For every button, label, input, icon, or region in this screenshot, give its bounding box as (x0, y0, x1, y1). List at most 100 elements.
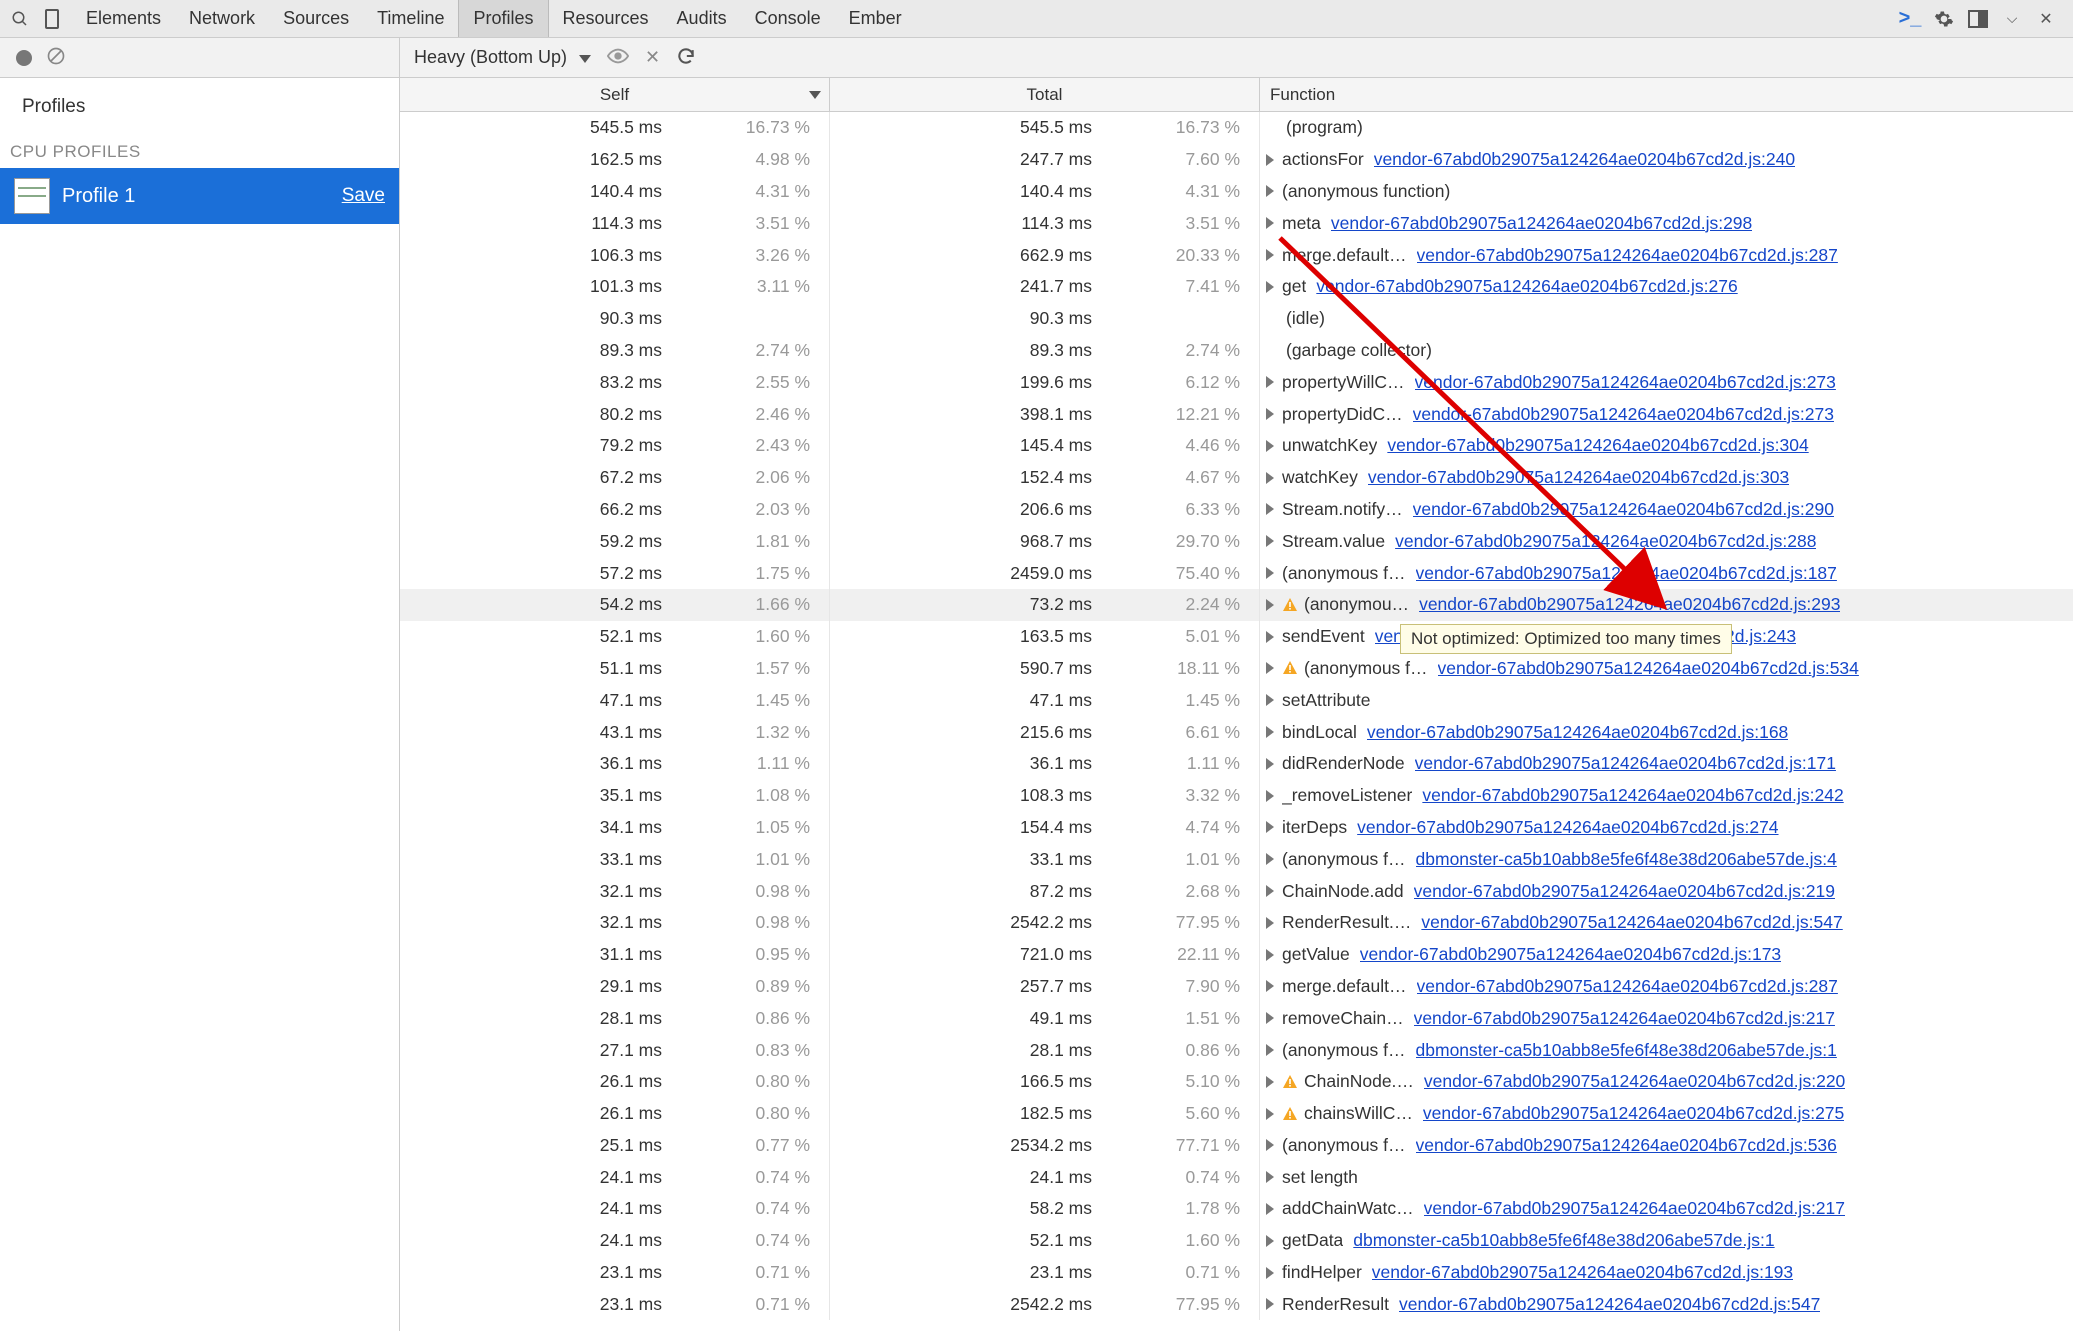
table-row[interactable]: 25.1 ms0.77 %2534.2 ms77.71 %(anonymous … (400, 1130, 2073, 1162)
disclosure-triangle-icon[interactable] (1266, 472, 1274, 484)
table-row[interactable]: 162.5 ms4.98 %247.7 ms7.60 %actionsForve… (400, 144, 2073, 176)
disclosure-triangle-icon[interactable] (1266, 694, 1274, 706)
source-link[interactable]: vendor-67abd0b29075a124264ae0204b67cd2d.… (1423, 1103, 1844, 1124)
table-row[interactable]: 90.3 ms90.3 ms(idle) (400, 303, 2073, 335)
disclosure-triangle-icon[interactable] (1266, 949, 1274, 961)
disclosure-triangle-icon[interactable] (1266, 185, 1274, 197)
disclosure-triangle-icon[interactable] (1266, 853, 1274, 865)
table-row[interactable]: 31.1 ms0.95 %721.0 ms22.11 %getValuevend… (400, 939, 2073, 971)
source-link[interactable]: vendor-67abd0b29075a124264ae0204b67cd2d.… (1374, 149, 1795, 170)
disclosure-triangle-icon[interactable] (1266, 1298, 1274, 1310)
disclosure-triangle-icon[interactable] (1266, 885, 1274, 897)
disclosure-triangle-icon[interactable] (1266, 567, 1274, 579)
table-row[interactable]: 26.1 ms0.80 %182.5 ms5.60 %chainsWillC…v… (400, 1098, 2073, 1130)
disclosure-triangle-icon[interactable] (1266, 281, 1274, 293)
source-link[interactable]: vendor-67abd0b29075a124264ae0204b67cd2d.… (1416, 1135, 1837, 1156)
table-row[interactable]: 140.4 ms4.31 %140.4 ms4.31 %(anonymous f… (400, 176, 2073, 208)
table-row[interactable]: 79.2 ms2.43 %145.4 ms4.46 %unwatchKeyven… (400, 430, 2073, 462)
disclosure-triangle-icon[interactable] (1266, 1171, 1274, 1183)
table-row[interactable]: 32.1 ms0.98 %87.2 ms2.68 %ChainNode.addv… (400, 875, 2073, 907)
source-link[interactable]: vendor-67abd0b29075a124264ae0204b67cd2d.… (1413, 404, 1834, 425)
table-row[interactable]: 54.2 ms1.66 %73.2 ms2.24 %(anonymou…vend… (400, 589, 2073, 621)
disclosure-triangle-icon[interactable] (1266, 1044, 1274, 1056)
disclosure-triangle-icon[interactable] (1266, 1203, 1274, 1215)
focus-icon[interactable] (607, 48, 629, 67)
gear-icon[interactable] (1933, 8, 1955, 30)
tab-network[interactable]: Network (175, 0, 269, 37)
col-total[interactable]: Total (830, 78, 1260, 111)
tab-timeline[interactable]: Timeline (363, 0, 458, 37)
disclosure-triangle-icon[interactable] (1266, 758, 1274, 770)
table-row[interactable]: 43.1 ms1.32 %215.6 ms6.61 %bindLocalvend… (400, 716, 2073, 748)
source-link[interactable]: vendor-67abd0b29075a124264ae0204b67cd2d.… (1395, 531, 1816, 552)
table-row[interactable]: 23.1 ms0.71 %23.1 ms0.71 %findHelpervend… (400, 1257, 2073, 1289)
tab-resources[interactable]: Resources (549, 0, 663, 37)
source-link[interactable]: vendor-67abd0b29075a124264ae0204b67cd2d.… (1372, 1262, 1793, 1283)
table-row[interactable]: 27.1 ms0.83 %28.1 ms0.86 %(anonymous f…d… (400, 1034, 2073, 1066)
disclosure-triangle-icon[interactable] (1266, 790, 1274, 802)
source-link[interactable]: vendor-67abd0b29075a124264ae0204b67cd2d.… (1417, 976, 1838, 997)
table-row[interactable]: 83.2 ms2.55 %199.6 ms6.12 %propertyWillC… (400, 366, 2073, 398)
dock-icon[interactable] (1967, 8, 1989, 30)
table-row[interactable]: 67.2 ms2.06 %152.4 ms4.67 %watchKeyvendo… (400, 462, 2073, 494)
source-link[interactable]: vendor-67abd0b29075a124264ae0204b67cd2d.… (1438, 658, 1859, 679)
table-row[interactable]: 52.1 ms1.60 %163.5 ms5.01 %sendEventvend… (400, 621, 2073, 653)
console-prompt-icon[interactable]: >_ (1899, 8, 1921, 30)
table-row[interactable]: 545.5 ms16.73 %545.5 ms16.73 %(program) (400, 112, 2073, 144)
table-row[interactable]: 24.1 ms0.74 %24.1 ms0.74 %set length (400, 1161, 2073, 1193)
disclosure-triangle-icon[interactable] (1266, 726, 1274, 738)
disclosure-triangle-icon[interactable] (1266, 662, 1274, 674)
device-icon[interactable] (40, 7, 64, 31)
clear-button[interactable] (46, 46, 66, 69)
save-link[interactable]: Save (342, 185, 385, 207)
tab-ember[interactable]: Ember (835, 0, 916, 37)
disclosure-triangle-icon[interactable] (1266, 1139, 1274, 1151)
table-row[interactable]: 114.3 ms3.51 %114.3 ms3.51 %metavendor-6… (400, 207, 2073, 239)
record-button[interactable] (16, 50, 32, 66)
disclosure-triangle-icon[interactable] (1266, 503, 1274, 515)
tab-elements[interactable]: Elements (72, 0, 175, 37)
disclosure-triangle-icon[interactable] (1266, 917, 1274, 929)
disclosure-triangle-icon[interactable] (1266, 1108, 1274, 1120)
table-row[interactable]: 23.1 ms0.71 %2542.2 ms77.95 %RenderResul… (400, 1288, 2073, 1320)
source-link[interactable]: vendor-67abd0b29075a124264ae0204b67cd2d.… (1415, 753, 1836, 774)
source-link[interactable]: vendor-67abd0b29075a124264ae0204b67cd2d.… (1424, 1198, 1845, 1219)
table-row[interactable]: 35.1 ms1.08 %108.3 ms3.32 %_removeListen… (400, 780, 2073, 812)
disclosure-triangle-icon[interactable] (1266, 376, 1274, 388)
source-link[interactable]: vendor-67abd0b29075a124264ae0204b67cd2d.… (1368, 467, 1789, 488)
view-mode-dropdown[interactable]: Heavy (Bottom Up) (414, 47, 591, 68)
source-link[interactable]: vendor-67abd0b29075a124264ae0204b67cd2d.… (1316, 276, 1737, 297)
disclosure-triangle-icon[interactable] (1266, 631, 1274, 643)
table-row[interactable]: 57.2 ms1.75 %2459.0 ms75.40 %(anonymous … (400, 557, 2073, 589)
col-self[interactable]: Self (400, 78, 830, 111)
close-icon[interactable]: ✕ (2035, 8, 2057, 30)
table-row[interactable]: 80.2 ms2.46 %398.1 ms12.21 %propertyDidC… (400, 398, 2073, 430)
source-link[interactable]: vendor-67abd0b29075a124264ae0204b67cd2d.… (1422, 785, 1843, 806)
disclosure-triangle-icon[interactable] (1266, 217, 1274, 229)
drawer-toggle-icon[interactable]: ⌵ (2001, 8, 2023, 30)
disclosure-triangle-icon[interactable] (1266, 535, 1274, 547)
table-row[interactable]: 51.1 ms1.57 %590.7 ms18.11 %(anonymous f… (400, 653, 2073, 685)
source-link[interactable]: dbmonster-ca5b10abb8e5fe6f48e38d206abe57… (1416, 1040, 1837, 1061)
table-row[interactable]: 29.1 ms0.89 %257.7 ms7.90 %merge.default… (400, 971, 2073, 1003)
source-link[interactable]: vendor-67abd0b29075a124264ae0204b67cd2d.… (1331, 213, 1752, 234)
disclosure-triangle-icon[interactable] (1266, 1235, 1274, 1247)
table-row[interactable]: 101.3 ms3.11 %241.7 ms7.41 %getvendor-67… (400, 271, 2073, 303)
source-link[interactable]: vendor-67abd0b29075a124264ae0204b67cd2d.… (1360, 944, 1781, 965)
source-link[interactable]: vendor-67abd0b29075a124264ae0204b67cd2d.… (1387, 435, 1808, 456)
col-function[interactable]: Function (1260, 78, 2073, 111)
table-row[interactable]: 34.1 ms1.05 %154.4 ms4.74 %iterDepsvendo… (400, 812, 2073, 844)
source-link[interactable]: dbmonster-ca5b10abb8e5fe6f48e38d206abe57… (1353, 1230, 1774, 1251)
search-icon[interactable] (8, 7, 32, 31)
source-link[interactable]: vendor-67abd0b29075a124264ae0204b67cd2d.… (1421, 912, 1842, 933)
disclosure-triangle-icon[interactable] (1266, 1076, 1274, 1088)
table-row[interactable]: 32.1 ms0.98 %2542.2 ms77.95 %RenderResul… (400, 907, 2073, 939)
source-link[interactable]: vendor-67abd0b29075a124264ae0204b67cd2d.… (1367, 722, 1788, 743)
tab-sources[interactable]: Sources (269, 0, 363, 37)
tab-profiles[interactable]: Profiles (458, 0, 548, 37)
disclosure-triangle-icon[interactable] (1266, 1012, 1274, 1024)
sidebar-item-profile[interactable]: Profile 1 Save (0, 168, 399, 224)
source-link[interactable]: vendor-67abd0b29075a124264ae0204b67cd2d.… (1413, 499, 1834, 520)
table-row[interactable]: 36.1 ms1.11 %36.1 ms1.11 %didRenderNodev… (400, 748, 2073, 780)
table-row[interactable]: 59.2 ms1.81 %968.7 ms29.70 %Stream.value… (400, 525, 2073, 557)
